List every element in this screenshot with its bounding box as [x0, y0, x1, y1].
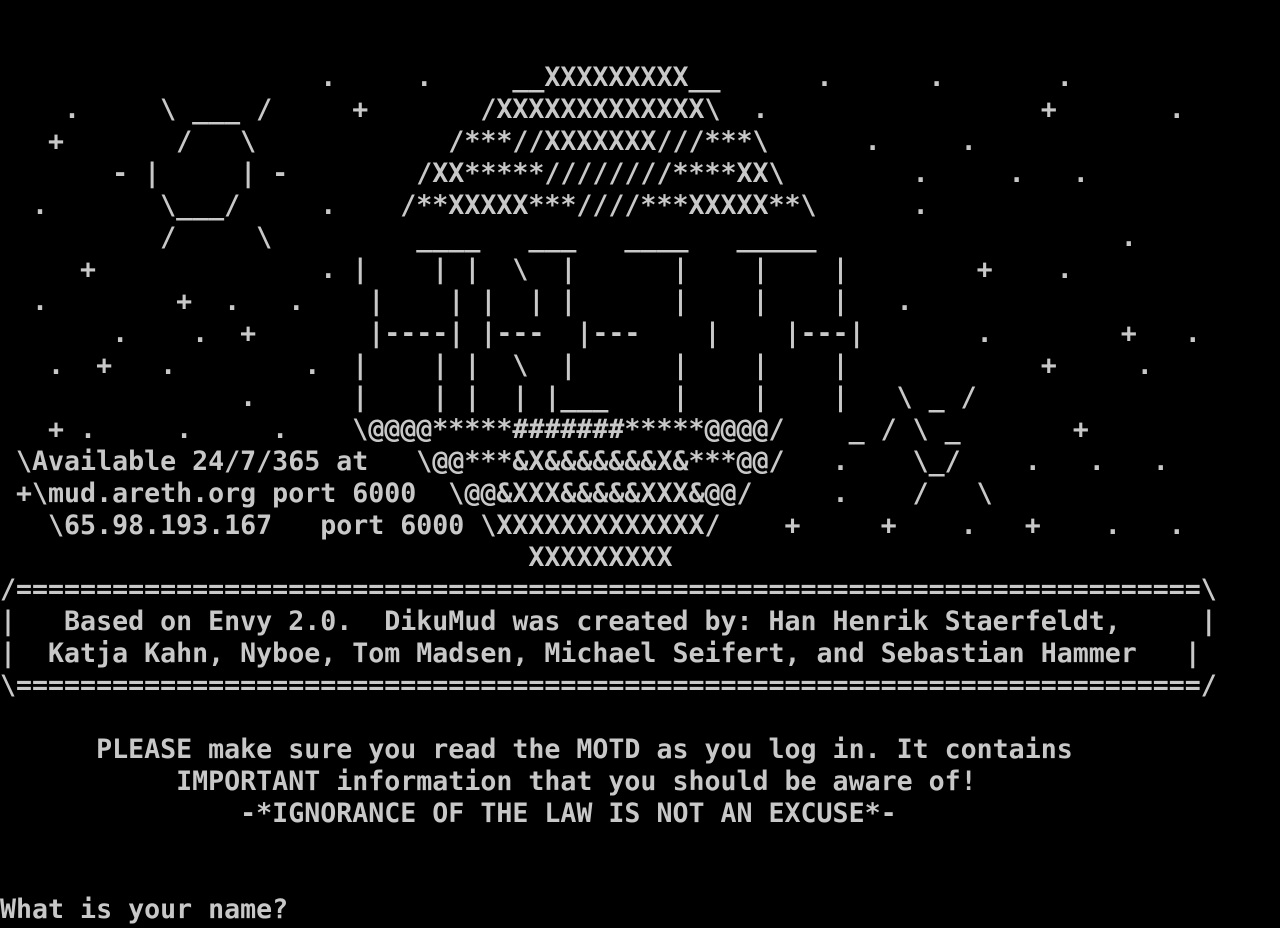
banner-line: . \ ___ / + /XXXXXXXXXXXXX\ . + .	[0, 94, 1185, 125]
banner-line: /=======================================…	[0, 574, 1217, 605]
banner-line: . . + |----| |--- |--- | |---| . + .	[0, 318, 1201, 349]
banner-line: + / \ /***//XXXXXXX///***\ . .	[0, 126, 977, 157]
name-prompt: What is your name?	[0, 894, 289, 925]
banner-line: PLEASE make sure you read the MOTD as yo…	[0, 734, 1073, 765]
welcome-banner: . . __XXXXXXXXX__ . . . . \ ___ / + /XXX…	[0, 62, 1217, 830]
banner-line: + . | | | \ | | | | + .	[0, 254, 1073, 285]
terminal-screen[interactable]: . . __XXXXXXXXX__ . . . . \ ___ / + /XXX…	[0, 0, 1280, 928]
banner-line: . \___/ . /**XXXXX***////***XXXXX**\ .	[0, 190, 929, 221]
banner-line: -*IGNORANCE OF THE LAW IS NOT AN EXCUSE*…	[0, 798, 897, 829]
banner-line: + . . . \@@@@*****#######*****@@@@/ _ / …	[0, 414, 1089, 445]
banner-line: - | | - /XX*****////////****XX\ . . .	[0, 158, 1089, 189]
banner-line: \=======================================…	[0, 670, 1217, 701]
banner-line: XXXXXXXXX	[0, 542, 673, 573]
banner-line: . + . . | | | \ | | | | + .	[0, 350, 1153, 381]
login-prompt-line[interactable]: What is your name?	[0, 894, 306, 926]
input-cursor[interactable]	[290, 897, 306, 923]
banner-line: +\mud.areth.org port 6000 \@@&XXX&&&&&XX…	[0, 478, 993, 509]
banner-line: | Based on Envy 2.0. DikuMud was created…	[0, 606, 1217, 637]
banner-line: / \ ____ ___ ____ _____ .	[0, 222, 1137, 253]
banner-line: | Katja Kahn, Nyboe, Tom Madsen, Michael…	[0, 638, 1201, 669]
banner-line: IMPORTANT information that you should be…	[0, 766, 977, 797]
banner-line: \65.98.193.167 port 6000 \XXXXXXXXXXXXX/…	[0, 510, 1185, 541]
banner-line: . | | | | |___ | | | \ _ /	[0, 382, 977, 413]
banner-line: . + . . | | | | | | | | .	[0, 286, 913, 317]
banner-line: . . __XXXXXXXXX__ . . .	[0, 62, 1073, 93]
banner-line: \Available 24/7/365 at \@@***&X&&&&&&&X&…	[0, 446, 1169, 477]
